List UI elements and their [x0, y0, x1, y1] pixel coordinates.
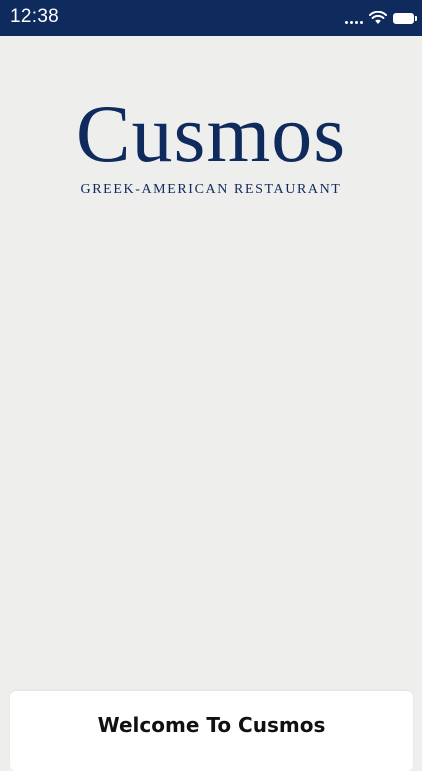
status-time: 12:38	[10, 6, 60, 27]
welcome-title: Welcome To Cusmos	[97, 713, 326, 737]
logo-name: Cusmos	[75, 88, 347, 179]
status-icons	[345, 9, 417, 27]
cellular-signal-icon	[345, 12, 363, 24]
welcome-card: Welcome To Cusmos	[10, 691, 413, 771]
battery-icon	[393, 12, 417, 24]
wifi-icon	[369, 11, 387, 24]
status-bar: 12:38	[0, 0, 422, 36]
restaurant-logo: Cusmos GREEK-AMERICAN RESTAURANT	[0, 88, 422, 198]
logo-tagline: GREEK-AMERICAN RESTAURANT	[80, 182, 342, 197]
